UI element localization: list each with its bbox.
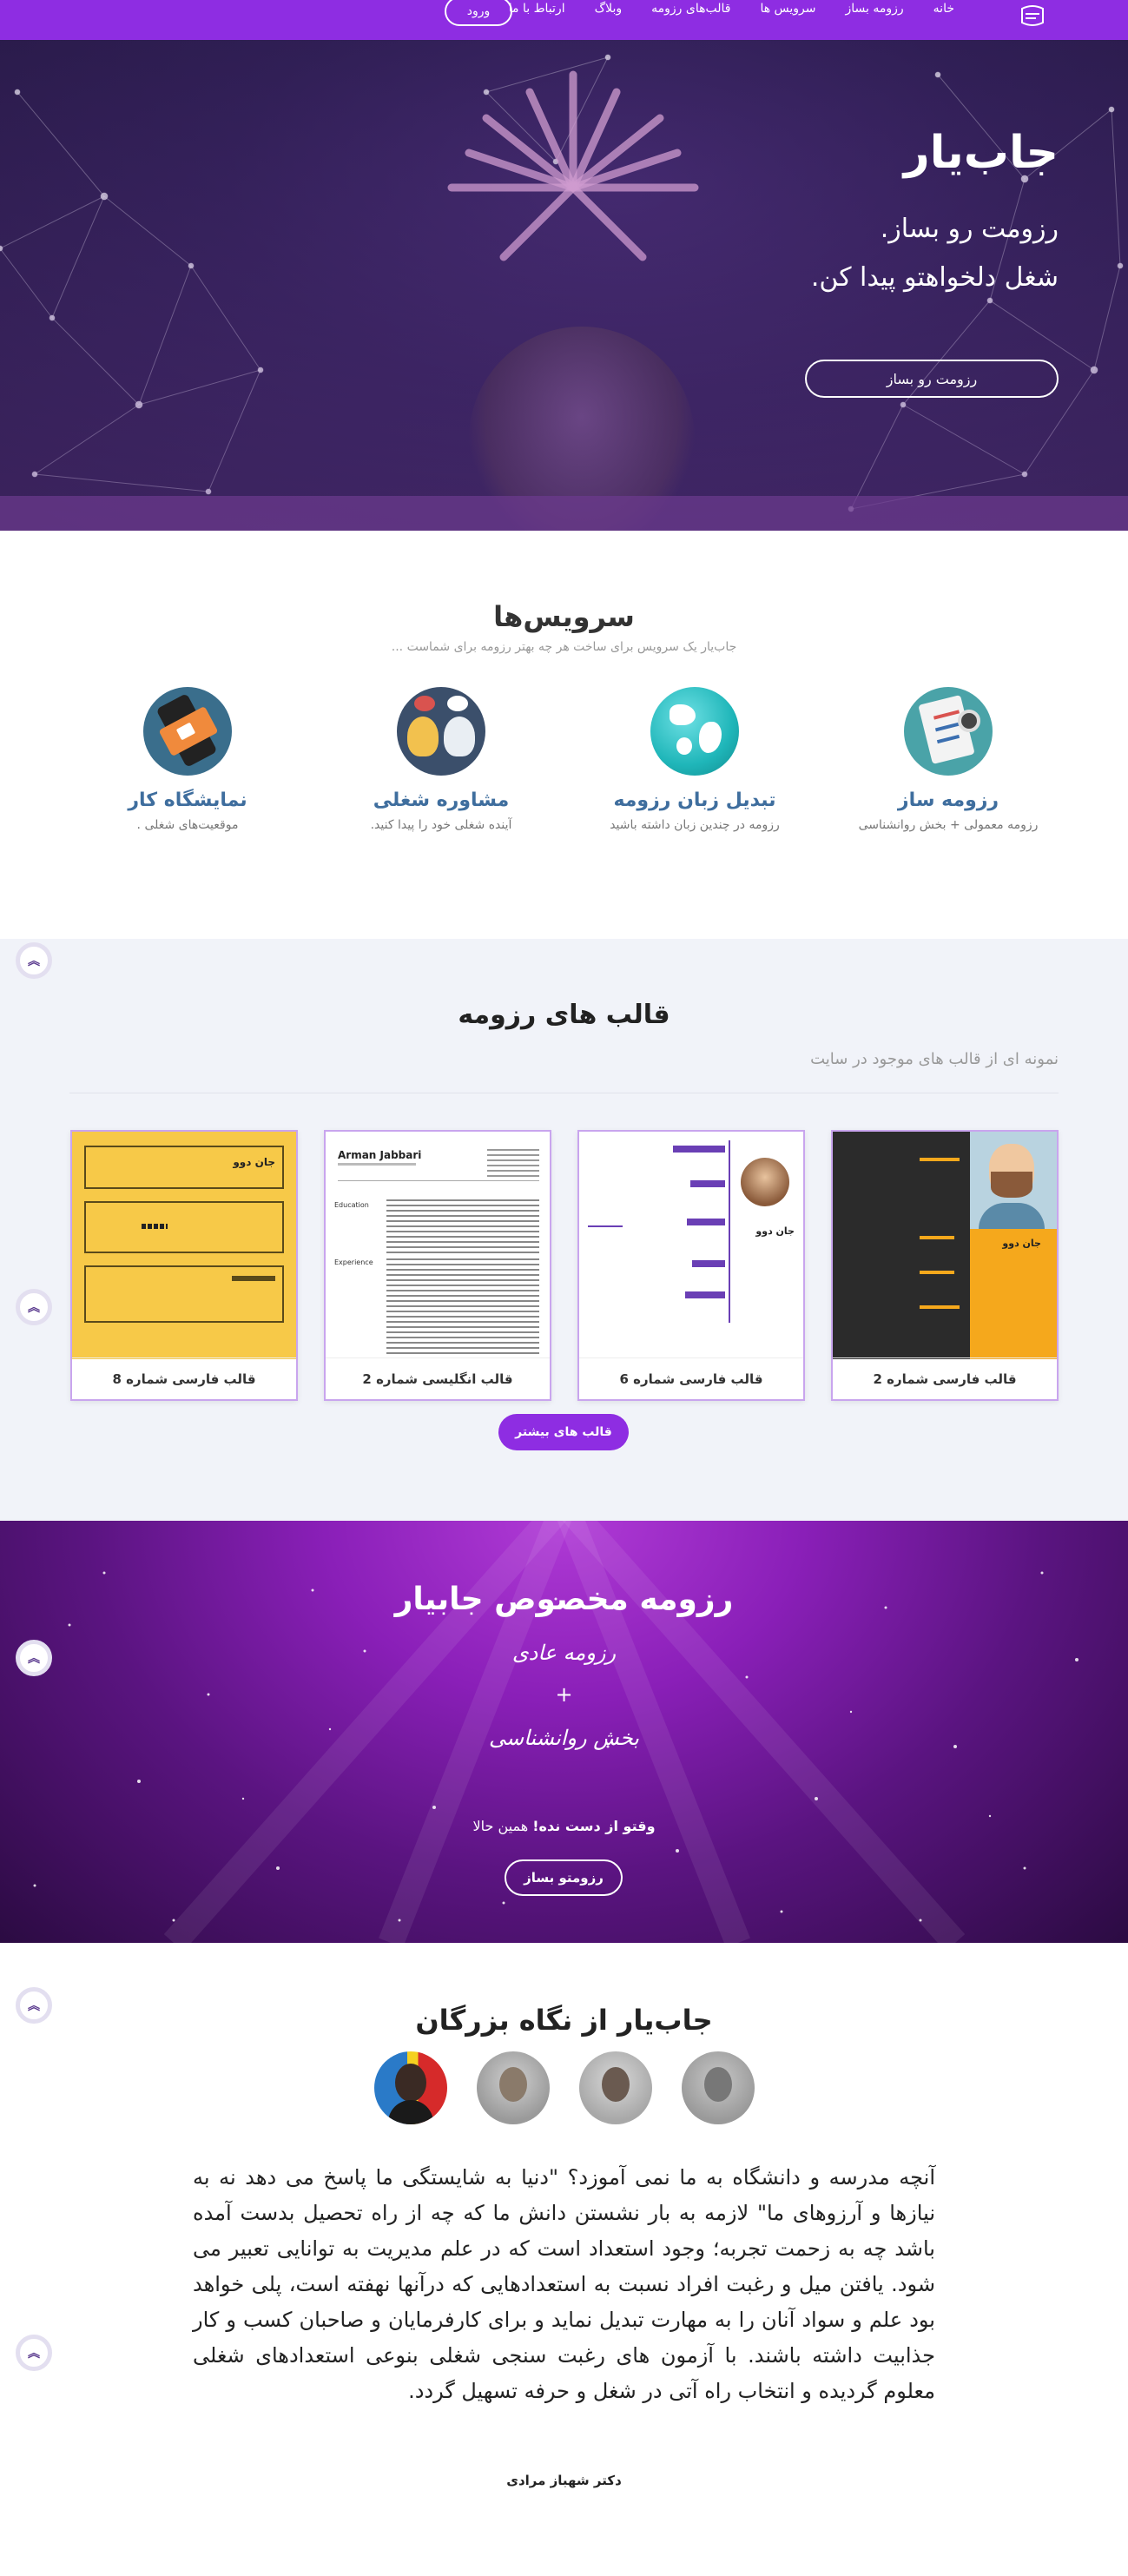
chevron-up-icon: ︽ xyxy=(28,2347,40,2361)
template-caption: قالب انگلیسی شماره 2 xyxy=(326,1357,550,1399)
chevron-up-icon: ︽ xyxy=(28,954,40,968)
service-desc: موقعیت‌های شغلی . xyxy=(136,818,239,832)
avatar[interactable] xyxy=(476,2051,550,2124)
preview-name: جان دوو xyxy=(233,1156,275,1168)
avatars-row xyxy=(0,2051,1128,2124)
hero-section: جاب‌یار رزومت رو بساز. شغل دلخواهتو پیدا… xyxy=(0,40,1128,531)
login-button[interactable]: ورود xyxy=(445,0,512,26)
special-title: رزومه مخصوص جابیار xyxy=(394,1582,734,1617)
top-nav: خانه رزومه بساز سرویس ها قالب‌های رزومه … xyxy=(0,0,1128,40)
scroll-top-button[interactable]: ︽ xyxy=(16,2335,52,2371)
service-title: مشاوره شغلی xyxy=(373,789,510,811)
testimonial-author: دکتر شهباز مرادی xyxy=(506,2473,622,2488)
logo-icon[interactable] xyxy=(1017,5,1048,30)
template-preview-image: جان دوو xyxy=(579,1132,803,1359)
services-title: سرویس‌ها xyxy=(493,600,635,633)
service-consulting[interactable]: مشاوره شغلی آینده شغلی خود را پیدا کنید. xyxy=(341,687,541,832)
scroll-top-button[interactable]: ︽ xyxy=(16,1987,52,2024)
nav-link-home[interactable]: خانه xyxy=(933,2,954,16)
chevron-up-icon: ︽ xyxy=(28,1652,40,1666)
phone-icon xyxy=(143,687,232,776)
chevron-up-icon: ︽ xyxy=(28,1301,40,1315)
nav-links: خانه رزومه بساز سرویس ها قالب‌های رزومه … xyxy=(509,0,954,17)
service-job-fair[interactable]: نمایشگاه کار موقعیت‌های شغلی . xyxy=(88,687,287,832)
hero-subtitle-2: شغل دلخواهتو پیدا کن. xyxy=(810,262,1059,293)
services-section: سرویس‌ها جاب‌یار یک سرویس برای ساخت هر چ… xyxy=(0,531,1128,939)
template-card[interactable]: Arman Jabbari Education Experience قالب … xyxy=(324,1130,551,1401)
avatar[interactable] xyxy=(578,2051,652,2124)
service-translate[interactable]: تبدیل زبان رزومه رزومه در چندین زبان داش… xyxy=(595,687,795,832)
nav-link-blog[interactable]: وبلاگ xyxy=(595,2,623,16)
special-line-1: رزومه عادی xyxy=(511,1641,617,1665)
templates-lead: نمونه ای از قالب های موجود در سایت xyxy=(810,1050,1059,1068)
template-card[interactable]: جان دوو قالب فارسی شماره 8 xyxy=(70,1130,298,1401)
testimonial-title: جاب‌یار از نگاه بزرگان xyxy=(415,2004,713,2037)
avatar[interactable] xyxy=(681,2051,755,2124)
hero-subtitle-1: رزومت رو بساز. xyxy=(880,214,1059,244)
nav-link-templates[interactable]: قالب‌های رزومه xyxy=(651,2,730,16)
nav-link-contact[interactable]: ارتباط با ما xyxy=(509,2,565,16)
chevron-up-icon: ︽ xyxy=(28,1999,40,2013)
avatar-illustration xyxy=(741,1158,789,1206)
template-caption: قالب فارسی شماره 2 xyxy=(833,1357,1057,1399)
template-preview-image: Arman Jabbari Education Experience xyxy=(326,1132,550,1359)
hero-cta-button[interactable]: رزومت رو بساز xyxy=(805,360,1059,398)
special-cta-rest: همین حالا xyxy=(472,1818,533,1834)
scroll-top-button[interactable]: ︽ xyxy=(16,1289,52,1325)
preview-experience: Experience xyxy=(334,1258,373,1266)
scroll-top-button[interactable]: ︽ xyxy=(16,1640,52,1676)
service-desc: رزومه معمولی + بخش روانشناسی xyxy=(858,818,1039,832)
hero-floor xyxy=(0,496,1128,531)
testimonial-quote: آنچه مدرسه و دانشگاه به ما نمی آموزد؟ "د… xyxy=(193,2165,935,2403)
service-resume-builder[interactable]: رزومه ساز رزومه معمولی + بخش روانشناسی xyxy=(848,687,1048,832)
consult-icon xyxy=(397,687,485,776)
special-call-to-action: وقتو از دست نده! همین حالا xyxy=(0,1818,1128,1834)
template-caption: قالب فارسی شماره 8 xyxy=(72,1357,296,1399)
nav-link-services[interactable]: سرویس ها xyxy=(760,2,815,16)
templates-title: قالب های رزومه xyxy=(458,1000,670,1030)
clipboard-icon xyxy=(904,687,993,776)
template-card[interactable]: جان دوو قالب فارسی شماره 6 xyxy=(577,1130,805,1401)
templates-section: قالب های رزومه نمونه ای از قالب های موجو… xyxy=(0,939,1128,1521)
special-resume-section: رزومه مخصوص جابیار رزومه عادی + بخش روان… xyxy=(0,1521,1128,1943)
special-plus: + xyxy=(555,1682,573,1707)
service-title: نمایشگاه کار xyxy=(128,789,247,811)
template-preview-image: جان دوو xyxy=(833,1132,1057,1359)
scroll-top-button[interactable]: ︽ xyxy=(16,942,52,979)
service-title: تبدیل زبان رزومه xyxy=(613,789,776,811)
service-desc: رزومه در چندین زبان داشته باشید xyxy=(610,818,780,832)
preview-name: جان دوو xyxy=(1002,1238,1041,1249)
avatar[interactable] xyxy=(373,2051,447,2124)
template-preview-image: جان دوو xyxy=(72,1132,296,1359)
hero-title: جاب‌یار xyxy=(903,127,1059,179)
more-templates-button[interactable]: قالب های بیشتر xyxy=(498,1414,629,1450)
template-caption: قالب فارسی شماره 6 xyxy=(579,1357,803,1399)
globe-icon xyxy=(650,687,739,776)
preview-name: جان دوو xyxy=(755,1225,795,1237)
special-build-button[interactable]: رزومتو بساز xyxy=(505,1859,623,1896)
preview-name-en: Arman Jabbari xyxy=(338,1149,422,1161)
service-desc: آینده شغلی خود را پیدا کنید. xyxy=(370,818,512,832)
testimonial-section: جاب‌یار از نگاه بزرگان آنچه مدرسه و دانش… xyxy=(0,1943,1128,2576)
special-line-2: بخش روانشناسی xyxy=(488,1726,639,1750)
template-card[interactable]: جان دوو قالب فارسی شماره 2 xyxy=(831,1130,1059,1401)
nav-link-builder[interactable]: رزومه بساز xyxy=(846,2,904,16)
special-cta-bold: وقتو از دست نده! xyxy=(532,1818,656,1834)
preview-education: Education xyxy=(334,1201,369,1209)
service-title: رزومه ساز xyxy=(897,789,999,811)
services-lead: جاب‌یار یک سرویس برای ساخت هر چه بهتر رز… xyxy=(391,640,737,654)
